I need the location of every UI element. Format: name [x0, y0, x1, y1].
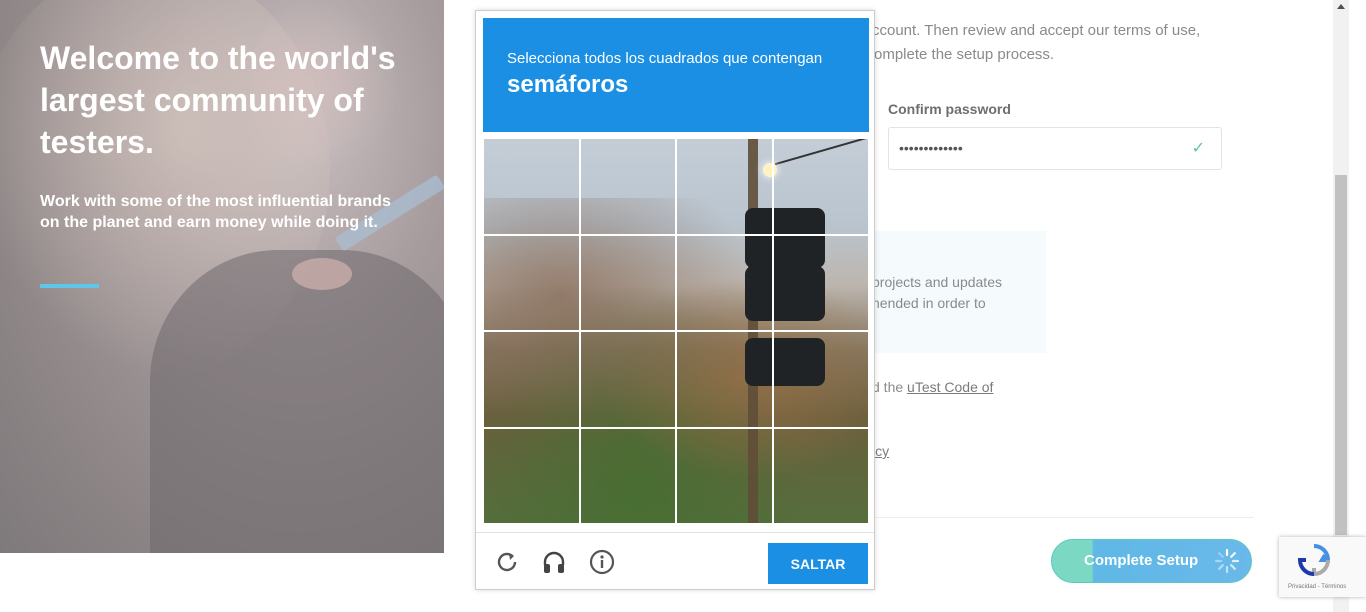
loading-spinner-icon	[1214, 548, 1240, 574]
complete-setup-button[interactable]: Complete Setup	[1051, 539, 1252, 583]
hero-image-hand	[292, 258, 352, 290]
complete-setup-label: Complete Setup	[1084, 552, 1199, 569]
scrollbar-thumb[interactable]	[1335, 175, 1347, 535]
hero-subtitle: Work with some of the most influential b…	[40, 193, 391, 231]
captcha-instruction: Selecciona todos los cuadrados que conte…	[507, 50, 823, 67]
captcha-target: semáforos	[507, 71, 629, 98]
captcha-tile-8[interactable]	[772, 234, 869, 331]
checkmark-icon: ✓	[1191, 140, 1205, 157]
confirm-password-field[interactable]: ••••••••••••• ✓	[888, 127, 1222, 170]
form-divider	[860, 517, 1254, 518]
captcha-tile-5[interactable]	[483, 234, 580, 331]
hero-title: Welcome to the world's largest community…	[40, 40, 396, 160]
code-of-conduct-link[interactable]: uTest Code of	[907, 379, 993, 395]
hero-image-body	[150, 250, 444, 553]
confirm-password-value: •••••••••••••	[899, 140, 963, 156]
info-line-1: projects and updates	[872, 274, 1002, 290]
hero-accent-line	[40, 284, 99, 288]
info-line-2: hended in order to	[872, 295, 986, 311]
captcha-tile-3[interactable]	[676, 138, 773, 235]
form-intro-line-2: omplete the setup process.	[874, 46, 1055, 63]
hero-panel: Welcome to the world's largest community…	[0, 0, 444, 553]
captcha-tile-14[interactable]	[579, 427, 676, 524]
captcha-tile-15[interactable]	[676, 427, 773, 524]
info-icon[interactable]	[589, 549, 615, 575]
form-intro-line-1: ccount. Then review and accept our terms…	[872, 22, 1201, 39]
captcha-tile-12[interactable]	[772, 331, 869, 428]
scroll-up-arrow-icon[interactable]	[1337, 4, 1345, 9]
captcha-challenge-dialog: Selecciona todos los cuadrados que conte…	[475, 10, 875, 590]
recaptcha-terms[interactable]: Privacidad - Términos	[1288, 584, 1346, 590]
captcha-tile-6[interactable]	[579, 234, 676, 331]
recaptcha-badge[interactable]: Privacidad - Términos	[1279, 537, 1366, 597]
code-of-conduct-text: d the uTest Code of	[872, 377, 993, 398]
page-scrollbar[interactable]	[1333, 0, 1349, 612]
confirm-password-label: Confirm password	[888, 101, 1011, 117]
captcha-tile-7[interactable]	[676, 234, 773, 331]
captcha-image-grid	[483, 138, 869, 524]
captcha-footer: SALTAR	[476, 532, 874, 590]
captcha-tile-9[interactable]	[483, 331, 580, 428]
captcha-tile-10[interactable]	[579, 331, 676, 428]
captcha-tile-13[interactable]	[483, 427, 580, 524]
captcha-header: Selecciona todos los cuadrados que conte…	[483, 18, 869, 132]
captcha-tile-1[interactable]	[483, 138, 580, 235]
reload-icon[interactable]	[494, 549, 520, 575]
captcha-tile-16[interactable]	[772, 427, 869, 524]
code-prefix: d the	[872, 379, 908, 395]
captcha-tile-2[interactable]	[579, 138, 676, 235]
recaptcha-logo-icon	[1297, 544, 1331, 577]
captcha-tile-11[interactable]	[676, 331, 773, 428]
headphones-icon[interactable]	[541, 549, 567, 575]
captcha-tile-4[interactable]	[772, 138, 869, 235]
skip-button[interactable]: SALTAR	[768, 543, 868, 584]
